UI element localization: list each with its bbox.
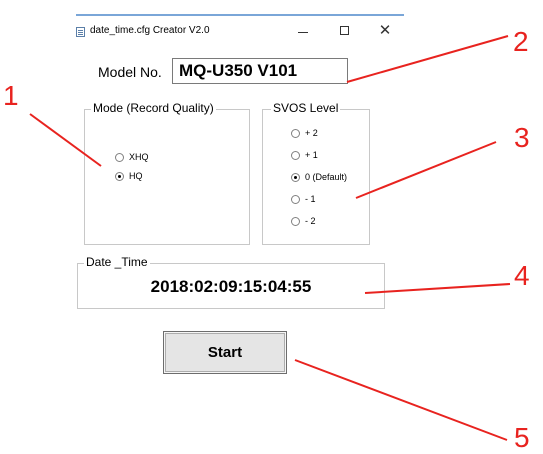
radio-svos-plus2-circle[interactable] — [291, 128, 300, 138]
radio-svos-plus2-label: + 2 — [305, 128, 318, 138]
radio-xhq[interactable]: XHQ — [115, 152, 149, 162]
maximize-icon — [340, 26, 349, 35]
radio-svos-minus2-circle[interactable] — [291, 216, 300, 226]
close-button[interactable]: ✕ — [374, 23, 396, 39]
date-time-value: 2018:02:09:15:04:55 — [150, 277, 312, 296]
radio-hq-label: HQ — [129, 171, 143, 181]
radio-hq-circle[interactable] — [115, 171, 124, 181]
radio-svos-minus2-label: - 2 — [305, 216, 316, 226]
radio-svos-minus1-label: - 1 — [305, 194, 316, 204]
callout-line-5 — [294, 359, 508, 441]
screenshot-stage: date_time.cfg Creator V2.0 ✕ Model No. M… — [0, 0, 543, 454]
close-icon: ✕ — [378, 22, 392, 39]
radio-svos-plus1-circle[interactable] — [291, 150, 300, 160]
maximize-button[interactable] — [334, 23, 356, 39]
minimize-icon — [298, 32, 308, 33]
mode-group: Mode (Record Quality) XHQ HQ — [84, 101, 250, 245]
callout-number-5: 5 — [514, 422, 530, 453]
svos-group: SVOS Level + 2 + 1 0 (Default) - 1 - 2 — [262, 101, 370, 245]
start-button[interactable]: Start — [163, 331, 287, 374]
radio-xhq-circle[interactable] — [115, 152, 124, 162]
model-label: Model No. — [98, 64, 162, 80]
callout-line-2 — [346, 35, 509, 83]
title-bar-accent — [76, 14, 404, 16]
callout-number-1: 1 — [3, 80, 19, 111]
mode-group-title: Mode (Record Quality) — [91, 101, 216, 115]
model-field[interactable] — [172, 58, 348, 84]
radio-svos-minus1[interactable]: - 1 — [291, 194, 316, 204]
radio-svos-default-circle[interactable] — [291, 172, 300, 182]
radio-svos-default-label: 0 (Default) — [305, 172, 348, 182]
minimize-button[interactable] — [292, 23, 314, 39]
radio-xhq-label: XHQ — [129, 152, 149, 162]
callout-number-4: 4 — [514, 260, 530, 291]
callout-number-2: 2 — [513, 26, 529, 57]
window-title: date_time.cfg Creator V2.0 — [90, 25, 210, 36]
callout-number-3: 3 — [514, 122, 530, 153]
radio-svos-plus2[interactable]: + 2 — [291, 128, 318, 138]
app-icon — [76, 27, 85, 37]
date-time-group-title: Date _Time — [84, 255, 150, 269]
date-time-group: Date _Time 2018:02:09:15:04:55 — [77, 255, 385, 309]
radio-svos-plus1[interactable]: + 1 — [291, 150, 318, 160]
svos-group-title: SVOS Level — [271, 101, 341, 115]
radio-svos-plus1-label: + 1 — [305, 150, 318, 160]
radio-svos-minus2[interactable]: - 2 — [291, 216, 316, 226]
radio-svos-default[interactable]: 0 (Default) — [291, 172, 347, 182]
radio-hq[interactable]: HQ — [115, 171, 143, 181]
radio-svos-minus1-circle[interactable] — [291, 194, 300, 204]
callout-line-3 — [355, 141, 497, 199]
callout-line-4 — [364, 283, 511, 294]
